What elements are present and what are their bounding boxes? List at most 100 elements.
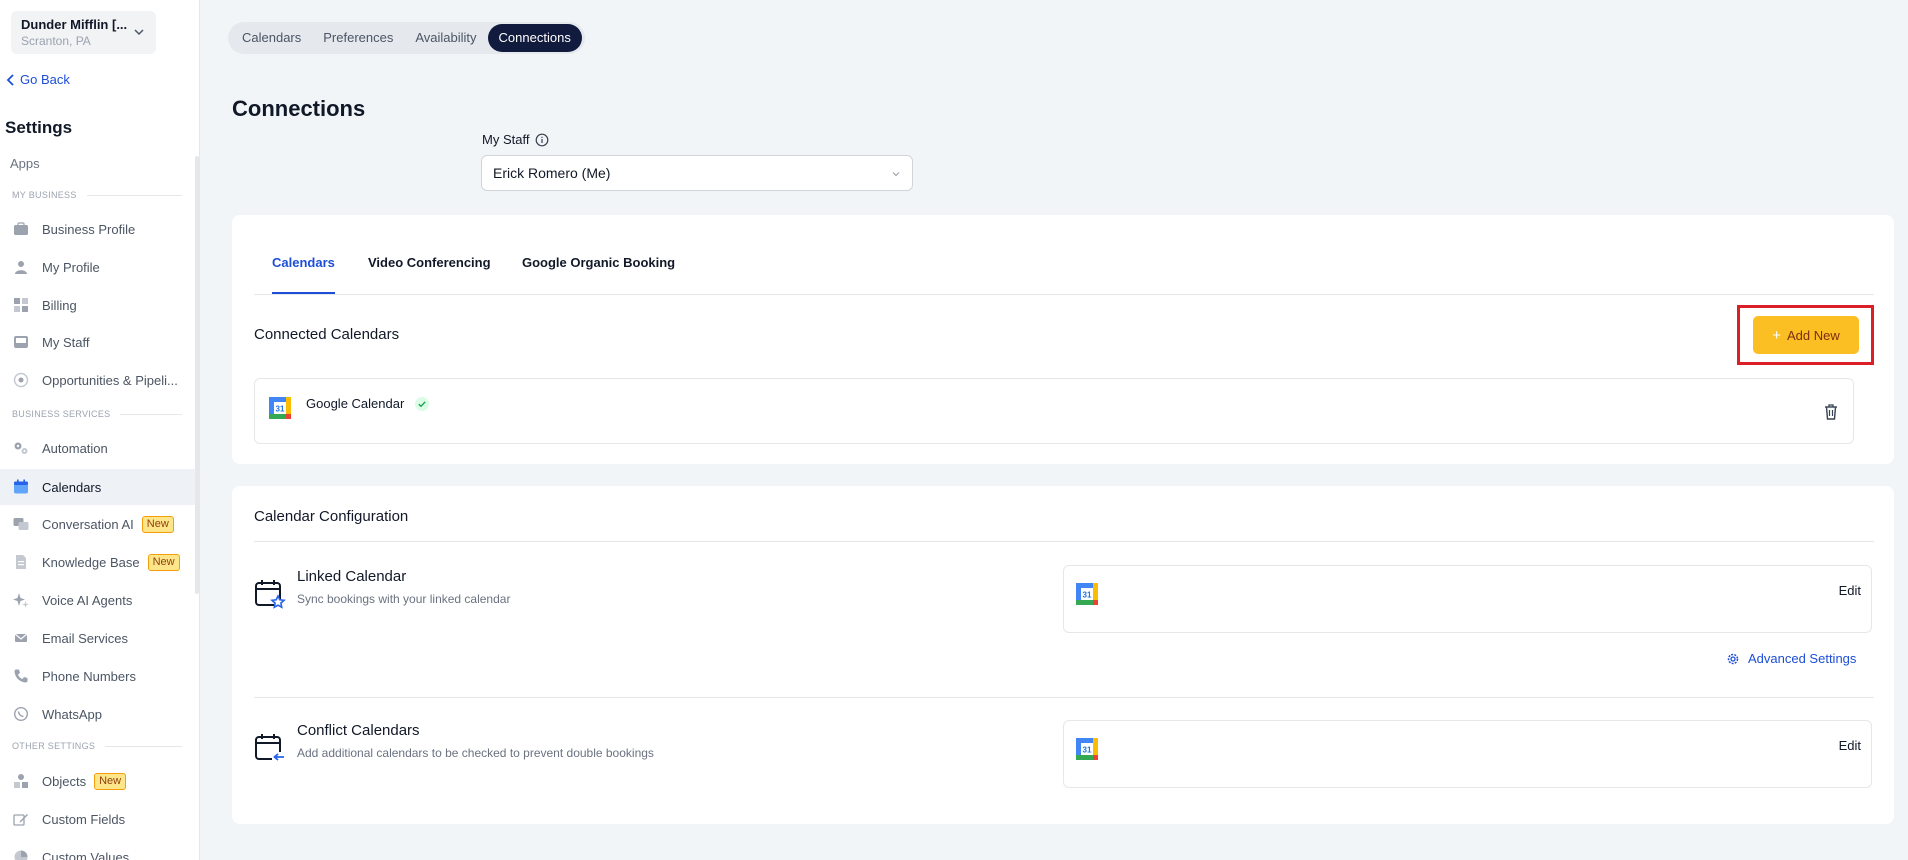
connected-calendar-row: 31 Google Calendar <box>254 378 1854 444</box>
calendar-configuration-card: Calendar Configuration Linked Calendar S… <box>232 486 1894 824</box>
advanced-settings-label: Advanced Settings <box>1748 651 1857 666</box>
gears-icon <box>13 440 29 456</box>
sidebar-item-label: My Profile <box>42 259 100 275</box>
connection-tabs: Calendars Video Conferencing Google Orga… <box>254 215 1874 295</box>
inbox-icon <box>13 334 29 350</box>
divider <box>254 541 1874 542</box>
calendar-star-icon <box>255 580 286 609</box>
sidebar-item-automation[interactable]: Automation <box>0 430 195 466</box>
linked-calendar-edit-button[interactable]: Edit <box>1839 583 1861 598</box>
sidebar-item-label: My Staff <box>42 334 90 350</box>
edit-field-icon <box>13 811 29 827</box>
sidebar-item-my-staff[interactable]: My Staff <box>0 324 195 360</box>
calendar-icon <box>13 479 29 495</box>
settings-title: Settings <box>5 118 73 137</box>
sidebar-item-label: WhatsApp <box>42 706 102 722</box>
new-badge: New <box>94 772 127 790</box>
plus-icon: + <box>1772 326 1781 344</box>
tab-calendars-connections[interactable]: Calendars <box>272 255 335 270</box>
sidebar-item-calendars[interactable]: Calendars <box>0 469 195 505</box>
svg-text:31: 31 <box>276 405 285 414</box>
staff-label-text: My Staff <box>482 132 530 147</box>
sidebar-item-knowledge-base[interactable]: Knowledge Base New <box>0 544 195 580</box>
tab-google-organic-booking[interactable]: Google Organic Booking <box>522 255 675 270</box>
staff-select[interactable]: Erick Romero (Me) <box>481 155 913 191</box>
add-new-label: Add New <box>1787 327 1840 343</box>
gear-icon <box>1727 653 1739 664</box>
grid-icon <box>13 297 29 313</box>
section-business-services: BUSINESS SERVICES <box>12 409 182 419</box>
sidebar-item-label: Calendars <box>42 479 102 495</box>
sidebar-item-my-profile[interactable]: My Profile <box>0 249 195 285</box>
advanced-settings-link[interactable]: Advanced Settings <box>1726 651 1856 666</box>
sidebar-item-custom-fields[interactable]: Custom Fields <box>0 801 195 837</box>
section-my-business: MY BUSINESS <box>12 190 182 200</box>
sidebar-item-custom-values[interactable]: Custom Values <box>0 839 195 860</box>
svg-text:31: 31 <box>1083 746 1092 755</box>
location-switcher[interactable]: Dunder Mifflin [... Scranton, PA <box>11 11 156 54</box>
sidebar-item-label: Custom Fields <box>42 811 126 827</box>
trash-icon[interactable] <box>1823 403 1839 421</box>
whatsapp-icon <box>13 706 29 722</box>
google-calendar-icon: 31 <box>269 397 291 419</box>
active-tab-indicator <box>272 292 335 294</box>
chevron-down-icon <box>892 172 900 177</box>
shapes-icon <box>13 773 29 789</box>
linked-calendar-box: 31 Edit <box>1063 565 1872 633</box>
sidebar-item-voice-ai-agents[interactable]: Voice AI Agents <box>0 582 195 618</box>
user-icon <box>13 259 29 275</box>
chevron-left-icon <box>6 73 14 86</box>
tab-preferences[interactable]: Preferences <box>312 24 404 52</box>
linked-calendar-desc: Sync bookings with your linked calendar <box>297 592 511 606</box>
sidebar-item-label: Automation <box>42 440 108 456</box>
conflict-calendar-edit-button[interactable]: Edit <box>1839 738 1861 753</box>
add-new-button[interactable]: + Add New <box>1753 316 1859 354</box>
sidebar-item-label: Opportunities & Pipeli... <box>42 372 178 388</box>
sidebar-item-whatsapp[interactable]: WhatsApp <box>0 696 195 732</box>
top-tab-bar: Calendars Preferences Availability Conne… <box>228 22 585 54</box>
tab-connections[interactable]: Connections <box>487 24 582 52</box>
check-icon <box>415 397 429 411</box>
sidebar-item-billing[interactable]: Billing <box>0 287 195 323</box>
divider <box>254 697 1874 698</box>
calendar-conflict-icon <box>255 734 284 762</box>
target-icon <box>13 372 29 388</box>
sidebar-item-label: Phone Numbers <box>42 668 136 684</box>
phone-icon <box>13 668 29 684</box>
location-name: Dunder Mifflin [... <box>21 17 128 32</box>
sidebar-item-business-profile[interactable]: Business Profile <box>0 211 195 247</box>
sidebar-item-label: Voice AI Agents <box>42 592 133 608</box>
sidebar-item-label: Business Profile <box>42 221 136 237</box>
go-back-link[interactable]: Go Back <box>6 72 70 87</box>
sidebar-item-label: Knowledge Base <box>42 554 140 570</box>
go-back-label: Go Back <box>20 72 70 87</box>
new-badge: New <box>147 553 180 571</box>
sidebar-item-opportunities[interactable]: Opportunities & Pipeli... <box>0 362 195 398</box>
page-title: Connections <box>232 96 366 121</box>
info-icon[interactable] <box>535 133 549 147</box>
sidebar-item-objects[interactable]: Objects New <box>0 763 195 799</box>
mail-icon <box>13 630 29 646</box>
tab-availability[interactable]: Availability <box>404 24 487 52</box>
sidebar-item-apps[interactable]: Apps <box>10 156 40 171</box>
section-other-settings: OTHER SETTINGS <box>12 741 182 751</box>
sparkle-icon <box>13 592 29 608</box>
location-city: Scranton, PA <box>21 34 91 48</box>
sidebar-item-email-services[interactable]: Email Services <box>0 620 195 656</box>
sidebar: Dunder Mifflin [... Scranton, PA Go Back… <box>0 0 200 860</box>
new-badge: New <box>141 515 174 533</box>
google-calendar-icon: 31 <box>1076 583 1098 605</box>
tab-video-conferencing[interactable]: Video Conferencing <box>368 255 491 270</box>
sidebar-item-phone-numbers[interactable]: Phone Numbers <box>0 658 195 694</box>
sidebar-item-label: Objects <box>42 773 87 789</box>
sidebar-item-label: Billing <box>42 297 77 313</box>
staff-label: My Staff <box>482 132 549 147</box>
sidebar-item-label: Conversation AI <box>42 516 134 532</box>
sidebar-item-conversation-ai[interactable]: Conversation AI New <box>0 506 195 542</box>
sidebar-scrollbar[interactable] <box>195 156 199 594</box>
chat-icon <box>13 516 29 532</box>
google-calendar-icon: 31 <box>1076 738 1098 760</box>
connections-card: Calendars Video Conferencing Google Orga… <box>232 215 1894 464</box>
tab-calendars[interactable]: Calendars <box>231 24 312 52</box>
sidebar-item-label: Email Services <box>42 630 128 646</box>
